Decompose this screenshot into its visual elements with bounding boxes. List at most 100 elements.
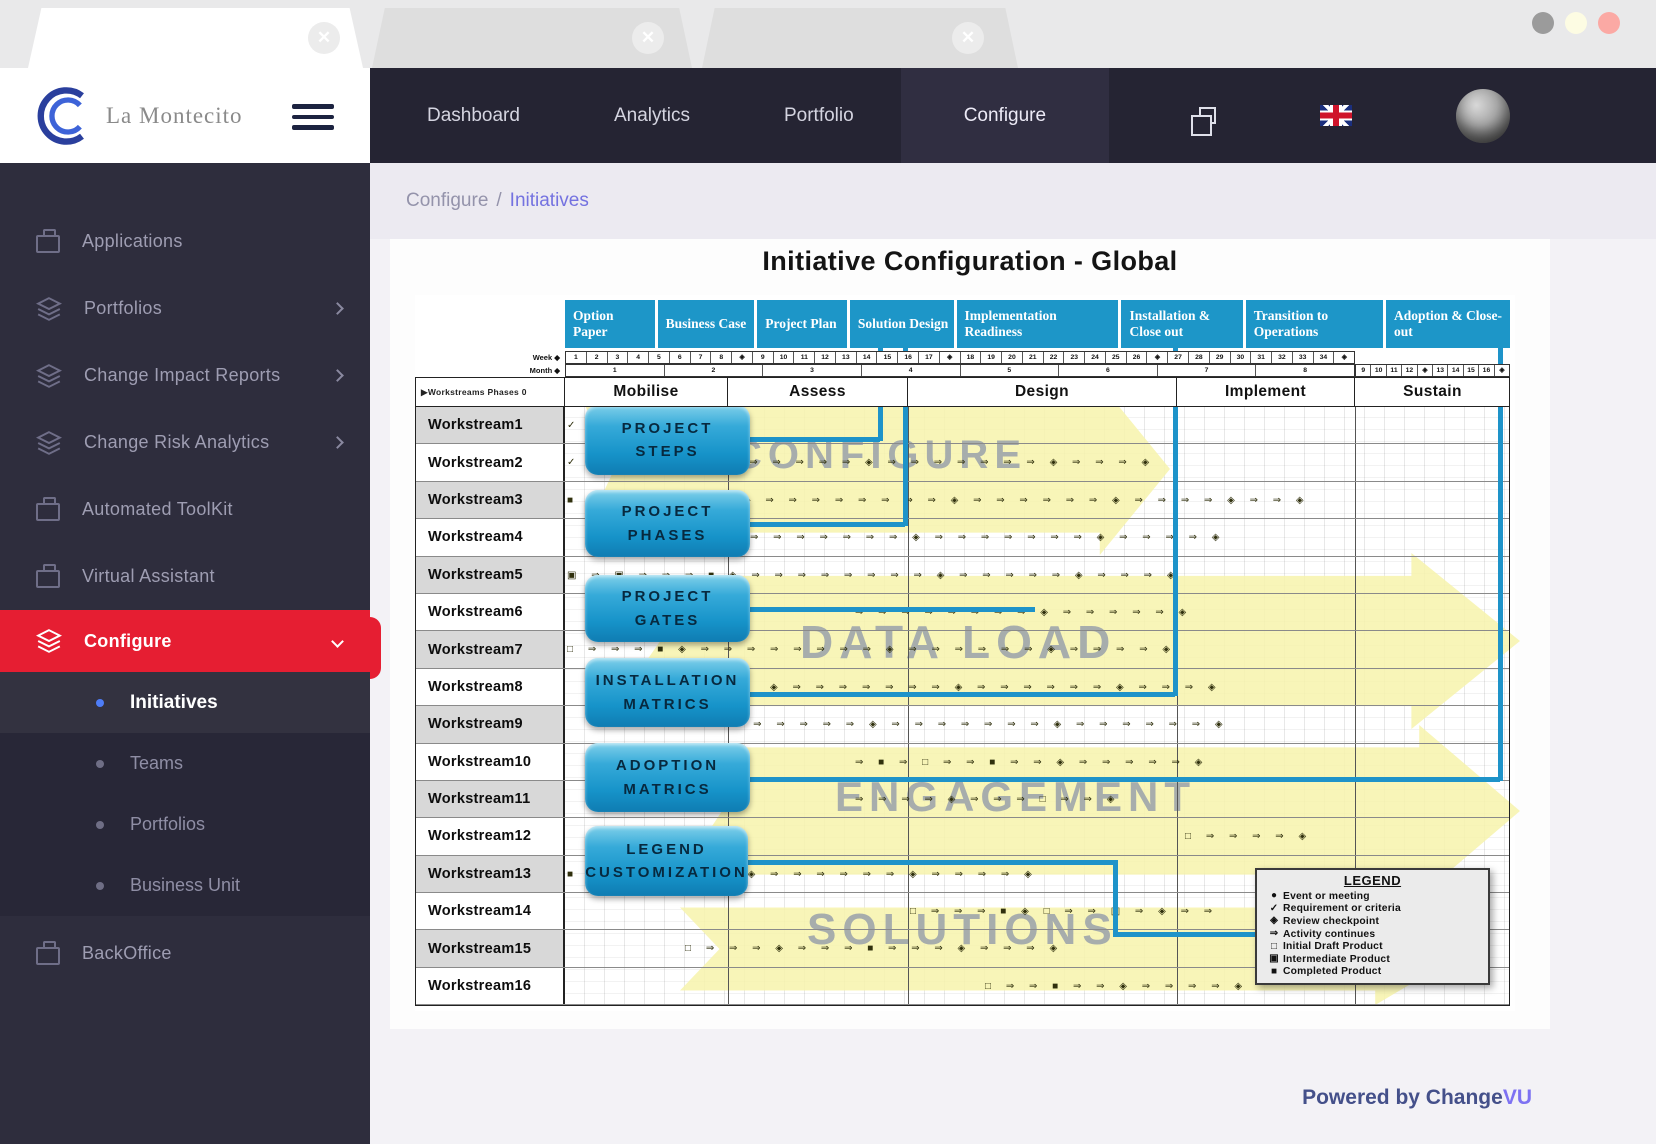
week-cell: 23 <box>1064 352 1085 363</box>
week-cell: 17 <box>919 352 940 363</box>
month-cell: 10 <box>1371 365 1386 376</box>
week-cell: 7 <box>691 352 712 363</box>
month-cell: 14 <box>1448 365 1463 376</box>
layers-icon <box>36 628 62 654</box>
workstream-row: Workstream12 □ ⇒ ⇒ ⇒ ⇒ ◈ <box>415 818 1510 855</box>
stage-label: Mobilise <box>565 378 728 406</box>
submenu-item[interactable]: Teams <box>0 733 370 794</box>
week-cell: 8 <box>711 352 732 363</box>
submenu-item[interactable]: Initiatives <box>0 672 370 733</box>
submenu-item[interactable]: Portfolios <box>0 794 370 855</box>
chevron-right-icon <box>331 302 344 315</box>
legend-item-icon: □ <box>1265 941 1283 953</box>
week-cell: 31 <box>1251 352 1272 363</box>
legend-item: □ Initial Draft Product <box>1265 940 1480 953</box>
week-cell: 30 <box>1231 352 1252 363</box>
legend-item-icon: ▣ <box>1265 953 1283 965</box>
week-cell: 15 <box>877 352 898 363</box>
nav-item[interactable]: Configure <box>901 68 1109 163</box>
submenu-item[interactable]: Business Unit <box>0 855 370 916</box>
month-cell: 6 <box>1059 365 1158 376</box>
sidebar-item-automated-toolkit[interactable]: Automated ToolKit <box>0 476 370 543</box>
breadcrumb-separator: / <box>496 190 501 212</box>
week-cell: 13 <box>836 352 857 363</box>
month-cell: 8 <box>1256 365 1354 376</box>
month-cell: 9 <box>1356 365 1371 376</box>
user-avatar[interactable] <box>1456 89 1510 143</box>
page-title: Initiative Configuration - Global <box>390 246 1550 277</box>
legend-item-label: Initial Draft Product <box>1283 941 1383 952</box>
phase-header: Adoption & Close-out <box>1386 300 1510 348</box>
workstream-label: Workstream1 <box>415 407 565 443</box>
briefcase-icon <box>36 947 60 965</box>
connector-line <box>1498 348 1503 781</box>
tab-close-icon[interactable]: ✕ <box>308 22 340 54</box>
stage-label: Design <box>908 378 1177 406</box>
workstream-row: Workstream9 ⇒ ⇒ ⇒ ⇒ ⇒ ⇒ ◈ ⇒ ⇒ ⇒ ⇒ ⇒ ⇒ ⇒ … <box>415 706 1510 743</box>
breadcrumb-section[interactable]: Configure <box>406 190 488 212</box>
workstream-row: Workstream1 ✓ ✓ ◈ <box>415 407 1510 444</box>
briefcase-icon <box>36 503 60 521</box>
legend-item-icon: ● <box>1265 890 1283 902</box>
workstream-label: Workstream9 <box>415 706 565 742</box>
workstream-label: Workstream11 <box>415 781 565 817</box>
month-cell: 11 <box>1387 365 1402 376</box>
sidebar-item-virtual-assistant[interactable]: Virtual Assistant <box>0 543 370 610</box>
week-cell: 33 <box>1293 352 1314 363</box>
week-cell: 22 <box>1044 352 1065 363</box>
month-cell: 2 <box>665 365 764 376</box>
week-cell: 27 <box>1168 352 1189 363</box>
sidebar-item-change-impact-reports[interactable]: Change Impact Reports <box>0 342 370 409</box>
nav-item[interactable]: Portfolio <box>737 68 901 163</box>
week-cell: 25 <box>1106 352 1127 363</box>
workstream-row: Workstream6 ⇒ ⇒ ⇒ ⇒ ⇒ ⇒ ⇒ ⇒ ◈ ⇒ ⇒ ⇒ ⇒ ⇒ … <box>415 594 1510 631</box>
legend-item: ✓ Requirement or criteria <box>1265 903 1480 916</box>
stage-label: Assess <box>728 378 908 406</box>
week-cell: 4 <box>628 352 649 363</box>
windows-copy-icon[interactable] <box>1199 107 1216 124</box>
week-cell: 20 <box>1002 352 1023 363</box>
week-cell: ◈ <box>1334 352 1354 363</box>
month-cell: 4 <box>862 365 961 376</box>
month-cell: 15 <box>1464 365 1479 376</box>
top-navigation: DashboardAnalyticsPortfolioConfigure <box>380 68 1109 163</box>
connector-line <box>750 522 905 527</box>
sidebar-item-change-risk-analytics[interactable]: Change Risk Analytics <box>0 409 370 476</box>
month-cell: 7 <box>1158 365 1257 376</box>
week-cell: 3 <box>608 352 629 363</box>
uk-flag-icon[interactable] <box>1320 105 1352 126</box>
window-control-icon[interactable] <box>1598 12 1620 34</box>
legend-item: ▣ Intermediate Product <box>1265 953 1480 966</box>
workstream-label: Workstream2 <box>415 444 565 480</box>
stage-label: Sustain <box>1355 378 1510 406</box>
breadcrumb: Configure / Initiatives <box>370 163 1656 239</box>
phase-header-row: Option PaperBusiness CaseProject PlanSol… <box>565 300 1510 348</box>
tab-close-icon[interactable]: ✕ <box>632 22 664 54</box>
phase-header: Implementation Readiness <box>957 300 1119 348</box>
legend-item-icon: ◈ <box>1265 915 1283 927</box>
week-cell: 26 <box>1127 352 1148 363</box>
sidebar-item-applications[interactable]: Applications <box>0 208 370 275</box>
week-cell: ◈ <box>732 352 753 363</box>
phase-header: Transition to Operations <box>1246 300 1383 348</box>
sidebar-item-configure[interactable]: Configure <box>0 610 370 672</box>
sidebar-item-backoffice[interactable]: BackOffice <box>0 920 370 987</box>
legend-item-label: Intermediate Product <box>1283 954 1390 965</box>
nav-item[interactable]: Dashboard <box>380 68 567 163</box>
workstream-label: Workstream14 <box>415 893 565 929</box>
window-control-icon[interactable] <box>1565 12 1587 34</box>
week-cell: 9 <box>753 352 774 363</box>
week-cell: 10 <box>774 352 795 363</box>
tab-close-icon[interactable]: ✕ <box>952 22 984 54</box>
breadcrumb-current[interactable]: Initiatives <box>510 190 589 212</box>
legend-item: ◈ Review checkpoint <box>1265 915 1480 928</box>
bullet-icon <box>96 882 104 890</box>
workstream-label: Workstream5 <box>415 557 565 593</box>
sidebar-item-portfolios[interactable]: Portfolios <box>0 275 370 342</box>
layers-icon <box>36 430 62 456</box>
hamburger-menu-icon[interactable] <box>292 104 334 130</box>
brand-name: La Montecito <box>106 103 243 129</box>
nav-item[interactable]: Analytics <box>567 68 737 163</box>
window-control-icon[interactable] <box>1532 12 1554 34</box>
workstream-row: Workstream8 ◈ ⇒ ⇒ ⇒ ⇒ ⇒ ⇒ ⇒ ◈ ⇒ ⇒ ⇒ ⇒ ⇒ … <box>415 669 1510 706</box>
